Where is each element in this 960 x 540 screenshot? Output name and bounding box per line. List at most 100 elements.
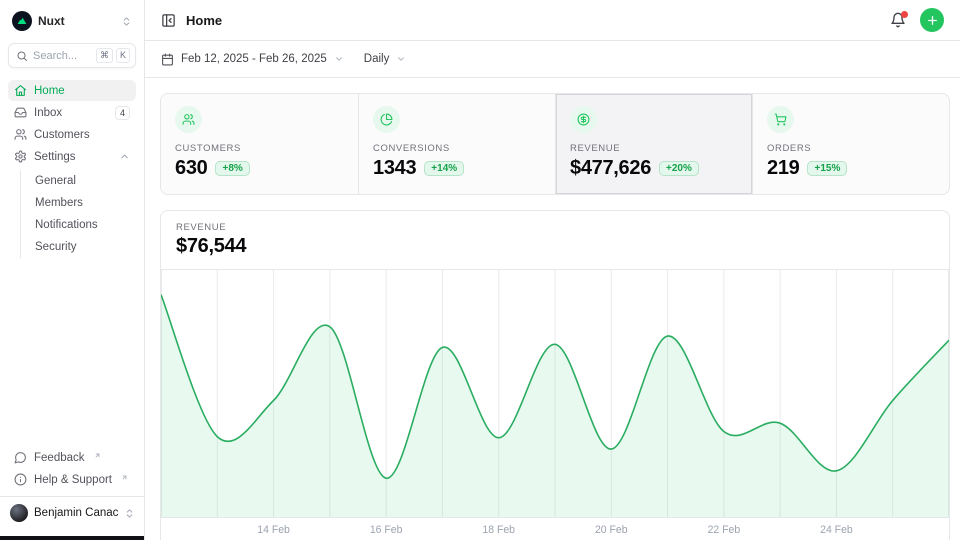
stat-label: Revenue — [570, 143, 738, 154]
dollar-circle-icon — [570, 106, 597, 133]
sidebar-item-inbox[interactable]: Inbox 4 — [8, 102, 136, 123]
sub-item-label: General — [35, 175, 76, 187]
period-label: Daily — [364, 53, 390, 65]
search-icon — [16, 50, 28, 62]
stat-value: 1343 — [373, 157, 416, 180]
user-menu[interactable]: Benjamin Canac — [10, 504, 134, 522]
calendar-icon — [161, 53, 174, 66]
sub-item-label: Notifications — [35, 219, 98, 231]
stat-label: Customers — [175, 143, 344, 154]
sidebar-item-security[interactable]: Security — [31, 236, 136, 258]
settings-subnav: General Members Notifications Security — [20, 170, 136, 258]
stat-card-customers[interactable]: Customers 630 +8% — [161, 94, 358, 194]
stat-card-orders[interactable]: Orders 219 +15% — [752, 94, 949, 194]
window-bottom-strip — [0, 536, 144, 540]
period-select[interactable]: Daily — [364, 53, 407, 65]
panel-left-close-icon[interactable] — [161, 13, 176, 28]
chevron-down-icon — [396, 54, 406, 64]
stat-card-conversions[interactable]: Conversions 1343 +14% — [358, 94, 555, 194]
users-icon — [14, 128, 27, 141]
sidebar-item-customers[interactable]: Customers — [8, 124, 136, 145]
x-axis-tick-label: 16 Feb — [370, 524, 403, 536]
feedback-link[interactable]: Feedback — [8, 447, 136, 468]
stat-delta-badge: +15% — [807, 161, 847, 176]
sidebar: Nuxt Search... ⌘ K Home — [0, 0, 145, 540]
stat-value: 630 — [175, 157, 207, 180]
sidebar-item-label: Settings — [34, 151, 76, 163]
sidebar-item-notifications[interactable]: Notifications — [31, 214, 136, 236]
inbox-icon — [14, 106, 27, 119]
chevron-up-icon — [119, 151, 130, 162]
app-window: Nuxt Search... ⌘ K Home — [0, 0, 960, 540]
sidebar-spacer — [8, 260, 136, 447]
search-shortcut: ⌘ K — [96, 48, 130, 63]
date-range-label: Feb 12, 2025 - Feb 26, 2025 — [181, 53, 327, 65]
sidebar-item-label: Inbox — [34, 107, 62, 119]
pie-chart-icon — [373, 106, 400, 133]
sidebar-nav: Home Inbox 4 Customers Settings — [8, 80, 136, 260]
sidebar-item-settings[interactable]: Settings — [8, 146, 136, 167]
external-link-icon — [121, 474, 128, 481]
x-axis-tick-label: 24 Feb — [820, 524, 853, 536]
cart-icon — [767, 106, 794, 133]
stat-value: $477,626 — [570, 157, 651, 180]
chevrons-up-down-icon — [124, 508, 135, 519]
workspace-name: Nuxt — [38, 14, 65, 28]
sidebar-item-members[interactable]: Members — [31, 192, 136, 214]
nuxt-logo-icon — [12, 11, 32, 31]
stat-card-revenue[interactable]: Revenue $477,626 +20% — [555, 94, 752, 194]
filters-toolbar: Feb 12, 2025 - Feb 26, 2025 Daily — [145, 41, 960, 78]
home-icon — [14, 84, 27, 97]
sidebar-item-home[interactable]: Home — [8, 80, 136, 101]
gear-icon — [14, 150, 27, 163]
chart-value: $76,544 — [176, 235, 934, 258]
chevron-down-icon — [334, 54, 344, 64]
x-axis-tick-label: 18 Feb — [482, 524, 515, 536]
search-input[interactable]: Search... ⌘ K — [8, 43, 136, 68]
kbd-cmd: ⌘ — [96, 48, 113, 63]
revenue-chart-card: Revenue $76,544 14 Feb16 Feb18 Feb20 Feb… — [160, 210, 950, 540]
stats-row: Customers 630 +8% Conversions 1343 +14% — [160, 93, 950, 195]
page-content: Customers 630 +8% Conversions 1343 +14% — [145, 78, 960, 540]
info-circle-icon — [14, 473, 27, 486]
user-section: Benjamin Canac — [0, 496, 144, 532]
inbox-count-badge: 4 — [115, 106, 130, 120]
stat-label: Conversions — [373, 143, 541, 154]
stat-delta-badge: +20% — [659, 161, 699, 176]
notifications-button[interactable] — [890, 12, 906, 28]
stat-delta-badge: +14% — [424, 161, 464, 176]
date-range-picker[interactable]: Feb 12, 2025 - Feb 26, 2025 — [161, 53, 344, 66]
stat-delta-badge: +8% — [215, 161, 249, 176]
plus-icon — [926, 14, 939, 27]
kbd-k: K — [116, 48, 130, 63]
stat-value: 219 — [767, 157, 799, 180]
chevrons-up-down-icon — [121, 16, 132, 27]
topbar-actions — [890, 8, 944, 32]
sub-item-label: Members — [35, 197, 83, 209]
add-button[interactable] — [920, 8, 944, 32]
chat-bubble-icon — [14, 451, 27, 464]
users-icon — [175, 106, 202, 133]
sidebar-item-label: Home — [34, 85, 65, 97]
x-axis-tick-label: 14 Feb — [257, 524, 290, 536]
page-title: Home — [186, 13, 222, 28]
help-support-link[interactable]: Help & Support — [8, 469, 136, 490]
footer-link-label: Help & Support — [34, 474, 112, 486]
topbar: Home — [145, 0, 960, 41]
avatar — [10, 504, 28, 522]
search-placeholder: Search... — [33, 50, 77, 62]
sidebar-item-label: Customers — [34, 129, 90, 141]
workspace-switcher[interactable]: Nuxt — [8, 8, 136, 34]
x-axis-tick-label: 22 Feb — [708, 524, 741, 536]
stat-label: Orders — [767, 143, 935, 154]
external-link-icon — [94, 452, 101, 459]
sidebar-footer-links: Feedback Help & Support — [8, 447, 136, 490]
chart-header: Revenue $76,544 — [161, 211, 949, 270]
user-name: Benjamin Canac — [34, 507, 118, 519]
revenue-area-chart[interactable]: 14 Feb16 Feb18 Feb20 Feb22 Feb24 Feb — [161, 270, 949, 540]
sub-item-label: Security — [35, 241, 77, 253]
chart-label: Revenue — [176, 222, 934, 233]
footer-link-label: Feedback — [34, 452, 85, 464]
notification-dot — [901, 11, 908, 18]
sidebar-item-general[interactable]: General — [31, 170, 136, 192]
